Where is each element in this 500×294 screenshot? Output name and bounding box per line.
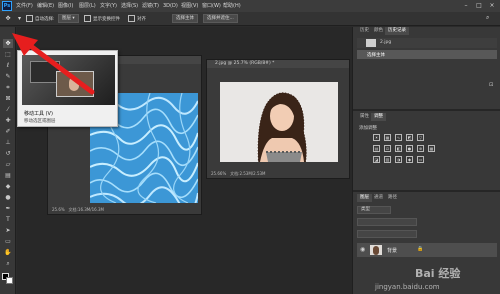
woman-portrait [220,82,338,162]
document-2-zoom: 25.66% [211,171,227,176]
color-lookup-icon[interactable]: ▦ [428,145,435,152]
tab-paths[interactable]: 路径 [385,194,400,202]
right-panel-dock: 历史 颜色 历史记录 2.jpg 选择主体 ⊡ 属性 调整 添加调整 ☀ ▦ ∿… [352,27,500,294]
thumbnail-figure [373,246,379,255]
layer-row-background[interactable]: ◉ 背景 🔒 [357,243,497,257]
history-item-label: 2.jpg [380,40,392,45]
snapshot-thumbnail [366,39,376,47]
gradient-tool-icon[interactable]: ▤ [3,171,13,180]
blur-tool-icon[interactable]: ◆ [3,182,13,191]
document-1-zoom: 25.6% [52,207,65,212]
baidu-watermark-logo: Bai 经验 [415,267,461,280]
hue-saturation-icon[interactable]: ▤ [373,145,380,152]
clone-stamp-tool-icon[interactable]: ⊥ [3,138,13,147]
background-color-swatch[interactable] [6,277,13,284]
exposure-icon[interactable]: ◩ [406,134,413,141]
tab-adjustments[interactable]: 调整 [371,113,386,121]
menu-3d[interactable]: 3D(D) [163,2,178,10]
tab-history[interactable]: 历史 [357,27,372,35]
photo-filter-icon[interactable]: ● [406,145,413,152]
menu-view[interactable]: 视图(V) [181,2,198,10]
pen-tool-icon[interactable]: ✒ [3,204,13,213]
tab-channels[interactable]: 通道 [371,194,386,202]
history-snapshot-icon[interactable]: ⊡ [489,82,493,88]
document-window-2[interactable]: 2.jpg @ 25.7% (RGB/8#) * 25.66% 文档:2.53M… [206,59,350,179]
add-adjustment-label: 添加调整 [359,126,377,131]
align-checkbox[interactable] [128,15,135,22]
align-label: 对齐 [137,17,146,22]
invert-icon[interactable]: ◪ [373,156,380,163]
vibrance-icon[interactable]: ▽ [417,134,424,141]
eye-icon[interactable]: ◉ [360,246,365,253]
eraser-tool-icon[interactable]: ▱ [3,160,13,169]
search-icon[interactable]: ⌕ [486,14,489,22]
red-arrow-annotation [12,33,95,95]
layer-thumbnail [370,245,382,255]
document-1-size: 文档:16.3M/16.3M [68,207,104,212]
selective-color-icon[interactable]: ◆ [406,156,413,163]
lock-icon: 🔒 [417,246,424,252]
channel-mixer-icon[interactable]: ⊕ [417,145,424,152]
history-item-label: 选择主体 [367,53,385,58]
layer-name: 背景 [387,248,398,254]
type-tool-icon[interactable]: T [3,215,13,224]
select-and-mask-button[interactable]: 选择并遮住... [203,14,238,23]
layer-filter-label: 类型 [361,207,370,212]
path-select-tool-icon[interactable]: ➤ [3,226,13,235]
panel-divider [353,109,500,111]
menu-window[interactable]: 窗口(W) [202,2,221,10]
brush-tool-icon[interactable]: ✐ [3,127,13,136]
history-brush-tool-icon[interactable]: ↺ [3,149,13,158]
brightness-icon[interactable]: ☀ [373,134,380,141]
blend-mode-dropdown[interactable] [357,218,417,226]
tab-layers[interactable]: 图层 [357,194,372,202]
portrait-image [220,82,338,162]
baidu-watermark-url: jingyan.baidu.com [375,283,440,291]
posterize-icon[interactable]: ▨ [384,156,391,163]
layer-filter-dropdown[interactable]: 类型 [357,206,391,214]
gradient-map-icon[interactable]: ▭ [417,156,424,163]
hand-tool-icon[interactable]: ✋ [3,248,13,257]
levels-icon[interactable]: ▦ [384,134,391,141]
document-2-status: 25.66% 文档:2.53M/2.53M [211,171,266,177]
history-item-snapshot[interactable]: 2.jpg [357,38,497,48]
shape-tool-icon[interactable]: ▭ [3,237,13,246]
threshold-icon[interactable]: ◑ [395,156,402,163]
menu-filter[interactable]: 滤镜(T) [142,2,159,10]
zoom-tool-icon[interactable]: ⌕ [3,259,13,268]
minimize-icon[interactable]: – [460,1,472,11]
document-1-status: 25.6% 文档:16.3M/16.3M [52,207,104,213]
history-item-select-subject[interactable]: 选择主体 [357,50,497,59]
tab-history-log[interactable]: 历史记录 [385,27,409,35]
lock-options[interactable] [357,230,417,238]
black-white-icon[interactable]: ◧ [395,145,402,152]
panel-divider [353,190,500,192]
document-2-size: 文档:2.53M/2.53M [230,171,266,176]
curves-icon[interactable]: ∿ [395,134,402,141]
document-2-tab[interactable]: 2.jpg @ 25.7% (RGB/8#) * [207,60,349,68]
tab-color[interactable]: 颜色 [371,27,386,35]
maximize-icon[interactable]: □ [473,1,485,11]
menu-select[interactable]: 选择(S) [121,2,138,10]
tab-properties[interactable]: 属性 [357,113,372,121]
dodge-tool-icon[interactable]: ● [3,193,13,202]
close-icon[interactable]: × [486,1,498,11]
select-subject-button[interactable]: 选择主体 [172,14,198,23]
menu-help[interactable]: 帮助(H) [223,2,241,10]
color-balance-icon[interactable]: ⚖ [384,145,391,152]
